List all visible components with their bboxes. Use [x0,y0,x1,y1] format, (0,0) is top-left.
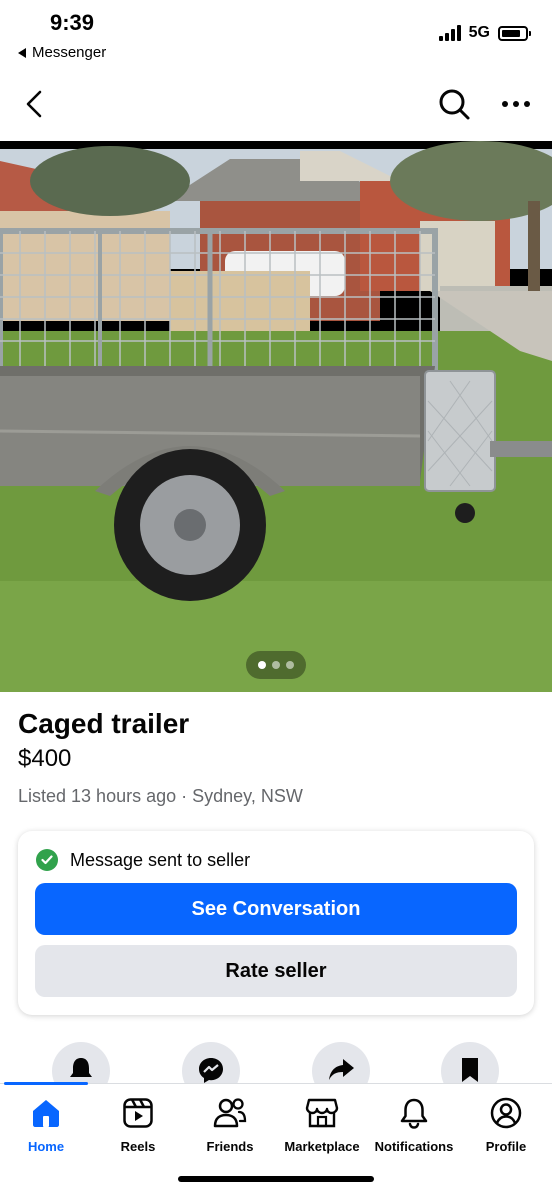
chevron-left-icon [26,90,42,118]
more-dots-icon [502,101,530,107]
listing-price: $400 [18,745,72,772]
listing-meta: Listed 13 hours ago · Sydney, NSW [18,786,303,806]
bell-icon [70,1058,92,1077]
see-conversation-button[interactable]: See Conversation [35,883,517,935]
listing-actions-row [0,1042,552,1084]
photo-dot-2[interactable] [272,661,280,669]
messenger-icon [199,1058,223,1083]
cellular-signal-icon [438,25,461,41]
alert-button[interactable] [52,1042,110,1084]
share-icon [329,1059,354,1080]
battery-icon [498,25,531,41]
share-button[interactable] [312,1042,370,1084]
more-options-button[interactable] [494,82,538,126]
marketplace-icon [305,1096,339,1130]
network-type: 5G [468,24,490,41]
reels-icon [121,1096,155,1130]
message-status-card: Message sent to seller See Conversation … [18,831,534,1015]
search-icon [439,89,470,120]
tab-profile[interactable]: Profile [460,1096,552,1166]
home-indicator[interactable] [178,1176,374,1182]
photo-dot-1[interactable] [258,661,266,669]
active-tab-indicator [4,1082,88,1085]
friends-icon [213,1096,247,1130]
check-circle-icon [36,849,58,871]
back-button[interactable] [12,82,56,126]
bookmark-icon [462,1058,478,1082]
back-to-messenger-link[interactable]: Messenger [18,44,106,61]
listing-title: Caged trailer [18,708,190,739]
tab-friends[interactable]: Friends [184,1096,276,1166]
tab-reels[interactable]: Reels [92,1096,184,1166]
tab-notifications[interactable]: Notifications [368,1096,460,1166]
message-button[interactable] [182,1042,240,1084]
tab-label-profile: Profile [485,1139,527,1154]
back-app-label: Messenger [32,44,107,61]
photo-pagination[interactable] [246,651,306,679]
status-bar: 9:39 Messenger 5G [0,0,552,70]
save-button[interactable] [441,1042,499,1084]
trailer-photo-image [0,141,552,692]
top-nav [0,76,552,132]
message-sent-row: Message sent to seller [36,849,250,871]
status-indicators: 5G [438,24,531,42]
tab-label-home: Home [27,1139,65,1154]
home-icon [29,1096,63,1130]
tab-label-friends: Friends [206,1139,254,1154]
search-button[interactable] [432,82,476,126]
profile-icon [489,1096,523,1130]
tab-label-reels: Reels [120,1139,156,1154]
rate-seller-button[interactable]: Rate seller [35,945,517,997]
tab-marketplace[interactable]: Marketplace [276,1096,368,1166]
back-triangle-icon [18,47,26,58]
status-time: 9:39 [50,10,95,35]
tab-label-marketplace: Marketplace [284,1139,360,1154]
message-sent-text: Message sent to seller [70,849,251,870]
photo-dot-3[interactable] [286,661,294,669]
bell-icon [397,1096,431,1130]
listing-photo[interactable] [0,141,552,692]
tab-home[interactable]: Home [0,1096,92,1166]
tab-label-notifications: Notifications [374,1139,454,1154]
